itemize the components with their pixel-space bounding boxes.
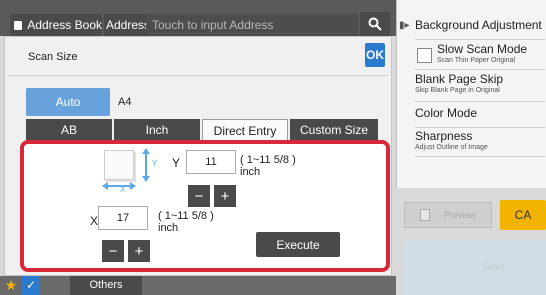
y-label: Y — [172, 156, 181, 170]
tab-custom-size[interactable]: Custom Size — [290, 119, 378, 141]
item-subtitle: Skip Blank Page in Original — [415, 87, 500, 94]
address-book-icon — [14, 20, 23, 30]
x-unit: inch — [158, 222, 179, 234]
check-icon[interactable]: ✓ — [22, 276, 40, 295]
x-value-field[interactable]: 17 — [98, 206, 148, 230]
screen: Address Book Address ▮▸ Background Adjus… — [0, 0, 546, 295]
search-icon — [368, 17, 382, 31]
divider — [8, 75, 388, 76]
execute-button[interactable]: Execute — [256, 232, 340, 257]
document-icon — [419, 209, 430, 221]
auto-size-value: A4 — [118, 96, 132, 108]
item-title: Blank Page Skip — [415, 72, 504, 86]
others-button[interactable]: Others — [70, 276, 142, 295]
expand-arrow-icon[interactable]: ▮▸ — [399, 20, 410, 31]
y-unit: inch — [240, 166, 261, 178]
item-title: Color Mode — [415, 106, 478, 120]
y-range: ( 1~11 5/8 ) — [240, 154, 296, 166]
preview-button[interactable]: Preview — [404, 202, 492, 228]
search-button[interactable] — [360, 12, 390, 36]
ca-button[interactable]: CA — [500, 200, 546, 230]
item-subtitle: Adjust Outline of Image — [415, 144, 488, 151]
item-title: Slow Scan Mode — [437, 42, 528, 56]
y-range-text: ( 1~11 5/8 ) inch — [240, 154, 296, 178]
tab-inch[interactable]: Inch — [114, 119, 200, 141]
favorite-star-icon[interactable]: ★ — [2, 276, 20, 295]
x-range-text: ( 1~11 5/8 ) inch — [158, 210, 214, 234]
x-range: ( 1~11 5/8 ) — [158, 210, 214, 222]
y-increase-button[interactable]: + — [214, 185, 236, 207]
dialog-title: Scan Size — [28, 51, 78, 63]
tab-direct-entry[interactable]: Direct Entry — [202, 119, 288, 141]
preview-label: Preview — [443, 210, 476, 220]
start-button[interactable]: Start — [404, 240, 546, 295]
item-subtitle: Scan Thin Paper Original — [437, 57, 516, 64]
y-decrease-button[interactable]: − — [188, 185, 210, 207]
right-panel: ▮▸ Background Adjustment Slow Scan Mode … — [396, 0, 546, 188]
x-increase-button[interactable]: + — [128, 240, 150, 262]
slow-scan-checkbox[interactable] — [417, 48, 432, 63]
bottom-bar — [0, 276, 396, 295]
sharpness-item[interactable]: Sharpness Adjust Outline of Image — [415, 129, 545, 157]
address-book-label: Address Book — [27, 18, 102, 32]
illustration-x-label: X — [120, 185, 126, 194]
item-title: Background Adjustment — [415, 18, 542, 32]
dimension-arrows-icon — [102, 148, 150, 190]
address-label: Address — [104, 14, 153, 36]
tab-ab[interactable]: AB — [26, 119, 112, 141]
ok-button[interactable]: OK — [365, 43, 385, 67]
auto-button[interactable]: Auto — [26, 88, 110, 116]
item-title: Sharpness — [415, 129, 473, 143]
background-adjustment-item[interactable]: Background Adjustment — [415, 18, 545, 40]
slow-scan-mode-item[interactable]: Slow Scan Mode Scan Thin Paper Original — [415, 42, 545, 70]
x-label: X — [90, 214, 99, 228]
address-book-button[interactable]: Address Book — [10, 14, 102, 36]
blank-page-skip-item[interactable]: Blank Page Skip Skip Blank Page in Origi… — [415, 72, 545, 102]
y-value-field[interactable]: 11 — [186, 150, 236, 174]
start-label: Start — [482, 262, 504, 273]
color-mode-item[interactable]: Color Mode — [415, 106, 545, 128]
illustration-y-label: Y — [152, 159, 158, 168]
address-input[interactable] — [146, 14, 358, 36]
x-decrease-button[interactable]: − — [102, 240, 124, 262]
